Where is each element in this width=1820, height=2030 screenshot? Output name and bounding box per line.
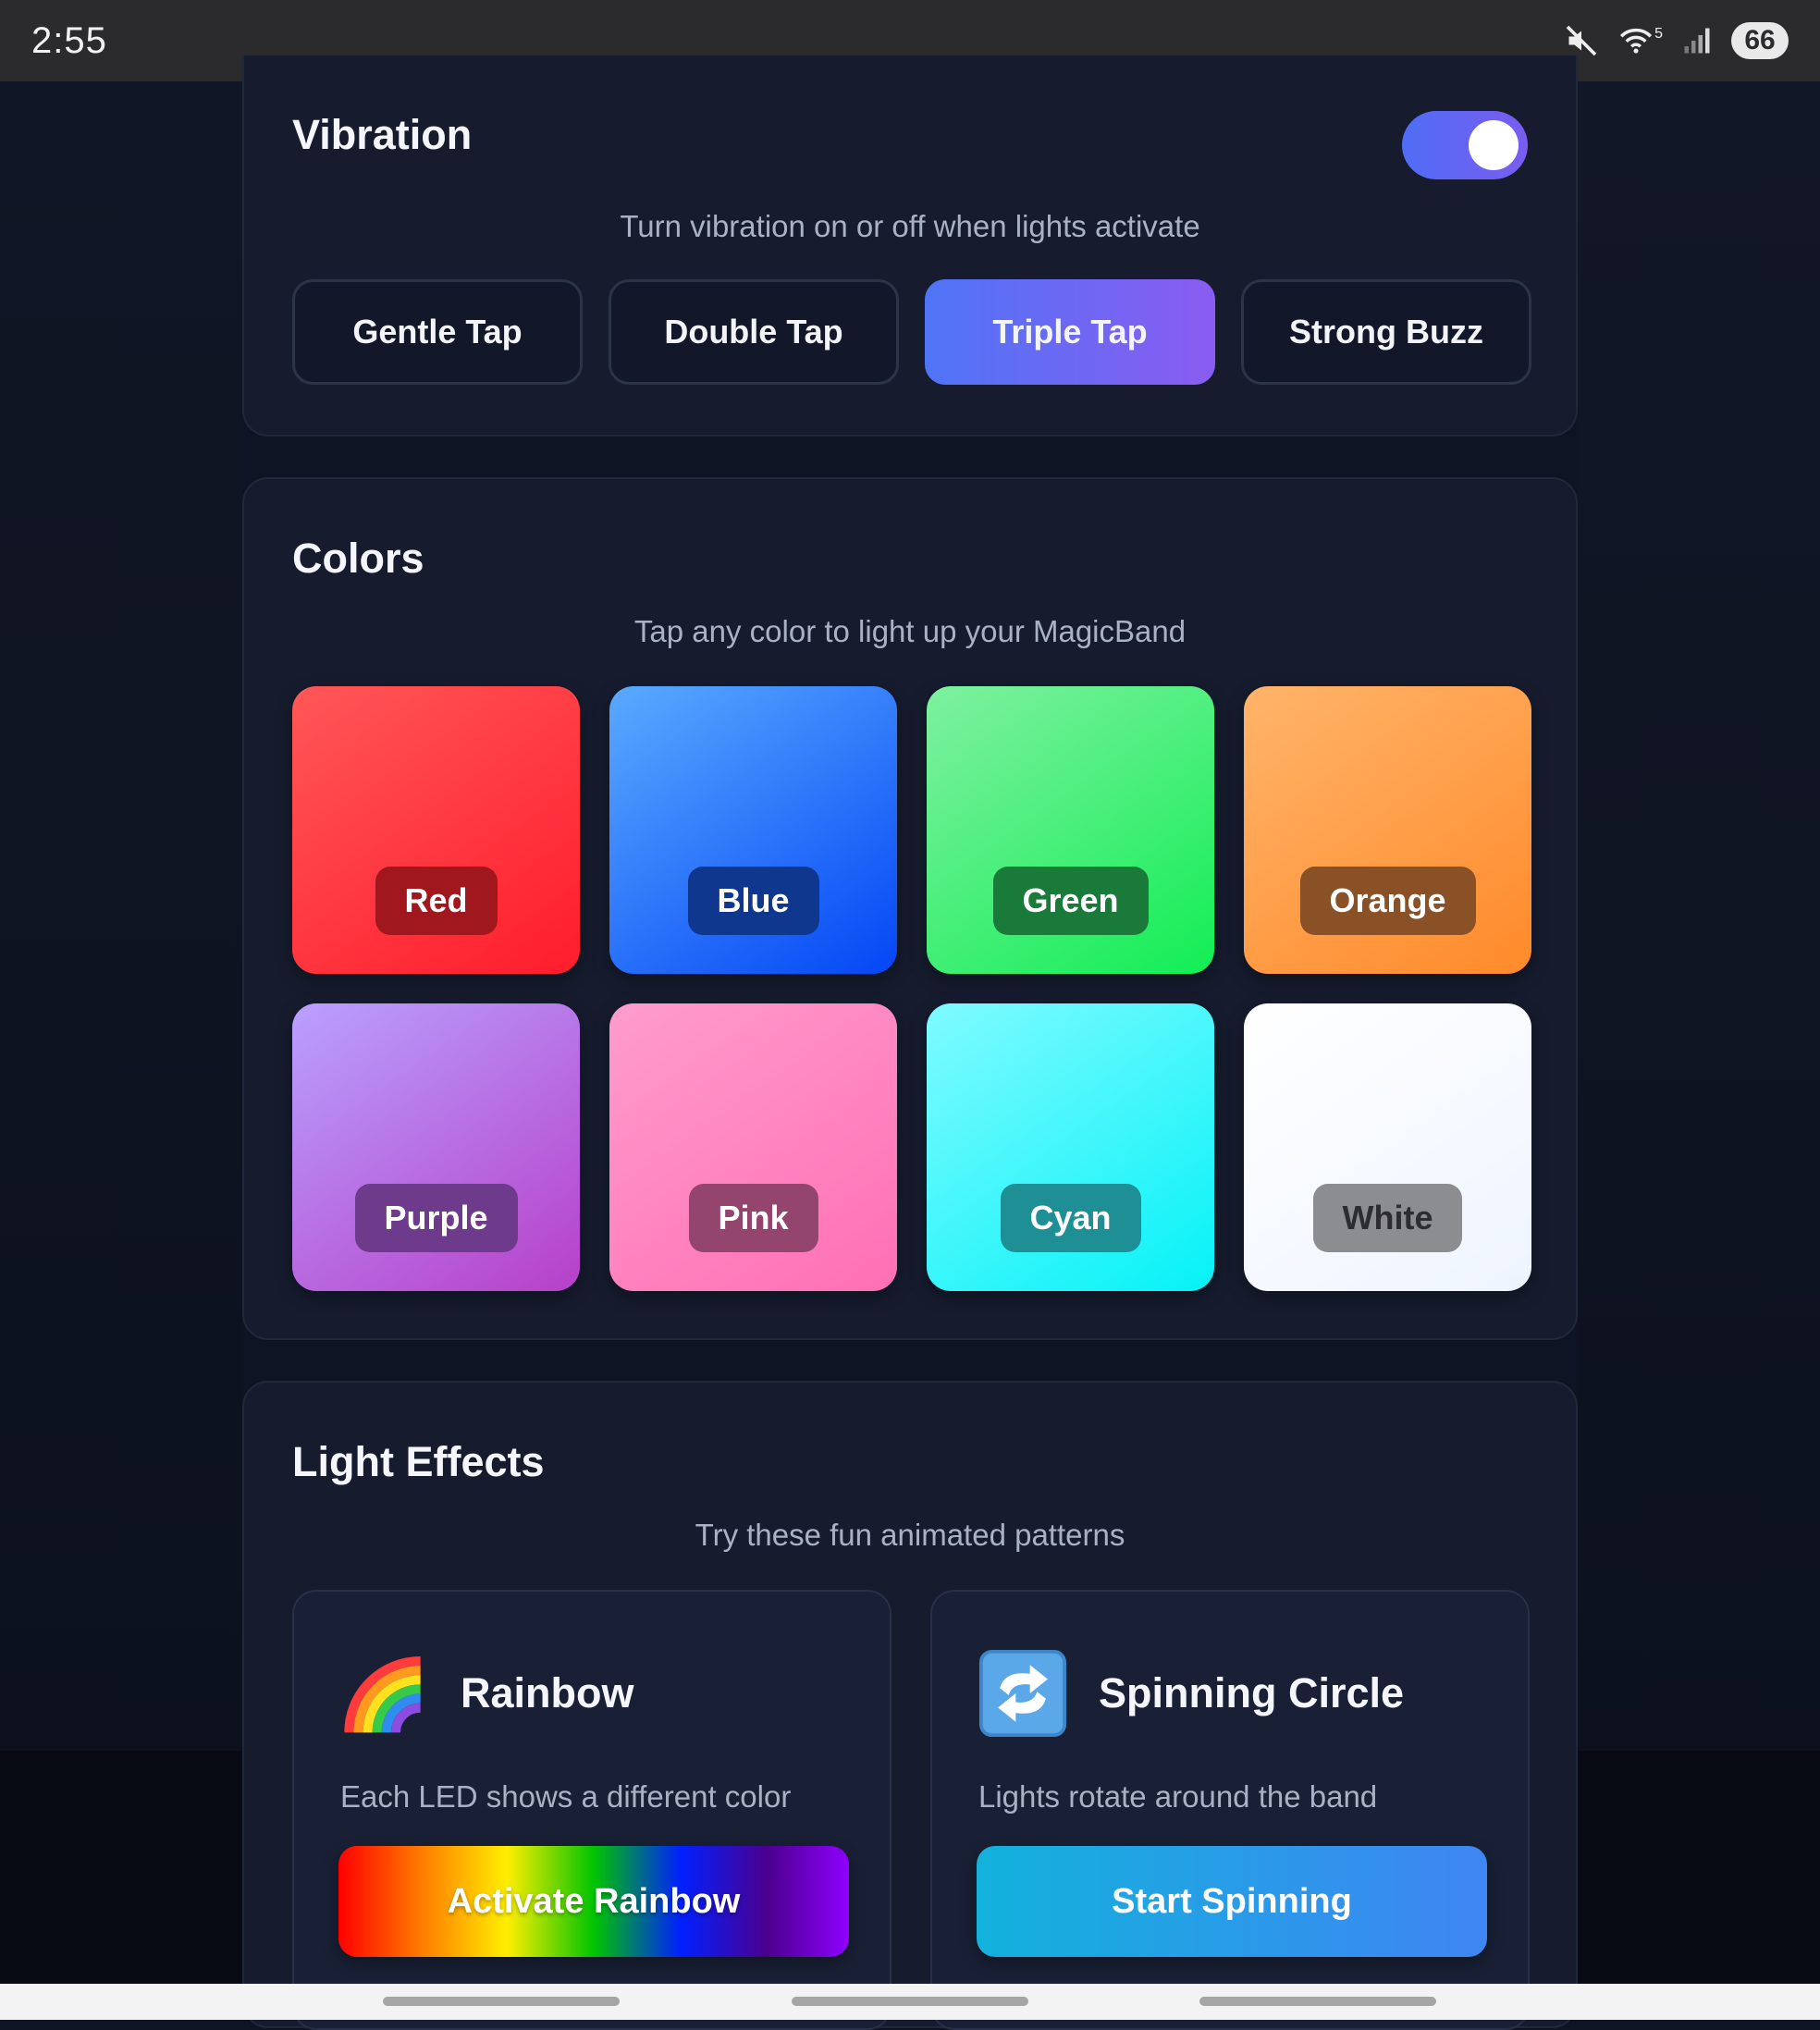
colors-title: Colors — [292, 535, 424, 582]
color-swatch-blue[interactable]: Blue — [609, 686, 897, 974]
effects-list: Rainbow Each LED shows a different color… — [292, 1590, 1530, 2030]
swatch-label: Green — [992, 867, 1149, 935]
vibration-card: Vibration Turn vibration on or off when … — [242, 55, 1578, 437]
nav-handle-left[interactable] — [383, 1997, 620, 2006]
gentle-tap-button[interactable]: Gentle Tap — [292, 279, 583, 385]
light-effects-card: Light Effects Try these fun animated pat… — [242, 1381, 1578, 2030]
color-swatch-purple[interactable]: Purple — [292, 1003, 580, 1291]
swatch-label: White — [1312, 1184, 1463, 1252]
effect-header: Rainbow — [340, 1649, 634, 1738]
activate-rainbow-button[interactable]: Activate Rainbow — [338, 1846, 849, 1957]
rainbow-effect-card: Rainbow Each LED shows a different color… — [292, 1590, 892, 2030]
effect-description: Lights rotate around the band — [978, 1779, 1378, 1814]
color-swatch-pink[interactable]: Pink — [609, 1003, 897, 1291]
double-tap-button[interactable]: Double Tap — [609, 279, 899, 385]
light-effects-title: Light Effects — [292, 1438, 545, 1485]
effect-name: Rainbow — [461, 1669, 634, 1716]
triple-tap-button[interactable]: Triple Tap — [925, 279, 1215, 385]
effect-description: Each LED shows a different color — [340, 1779, 792, 1814]
color-grid: Red Blue Green Orange Purple Pink Cyan W… — [292, 686, 1531, 1291]
swatch-label: Orange — [1299, 867, 1476, 935]
swatch-label: Cyan — [1000, 1184, 1141, 1252]
vibration-toggle[interactable] — [1402, 111, 1528, 179]
swatch-label: Pink — [688, 1184, 818, 1252]
colors-subtitle: Tap any color to light up your MagicBand — [633, 614, 1187, 648]
start-spinning-button[interactable]: Start Spinning — [977, 1846, 1487, 1957]
status-icons: 5 66 — [1565, 22, 1789, 59]
toggle-knob — [1469, 120, 1519, 170]
color-swatch-red[interactable]: Red — [292, 686, 580, 974]
swatch-label: Red — [375, 867, 498, 935]
color-swatch-orange[interactable]: Orange — [1244, 686, 1531, 974]
effect-name: Spinning Circle — [1099, 1669, 1405, 1716]
signal-icon — [1683, 27, 1711, 55]
wifi-icon: 5 — [1618, 26, 1663, 55]
color-swatch-green[interactable]: Green — [927, 686, 1214, 974]
vibration-pattern-list: Gentle Tap Double Tap Triple Tap Strong … — [292, 279, 1531, 385]
rainbow-icon — [340, 1649, 429, 1738]
strong-buzz-button[interactable]: Strong Buzz — [1241, 279, 1531, 385]
colors-card: Colors Tap any color to light up your Ma… — [242, 477, 1578, 1340]
spinning-circle-effect-card: Spinning Circle Lights rotate around the… — [930, 1590, 1530, 2030]
navigation-bar — [0, 1984, 1820, 2020]
nav-handle-center[interactable] — [792, 1997, 1028, 2006]
effect-header: Spinning Circle — [978, 1649, 1404, 1738]
wifi-label: 5 — [1654, 26, 1663, 42]
light-effects-subtitle: Try these fun animated patterns — [695, 1518, 1125, 1552]
swatch-label: Purple — [354, 1184, 518, 1252]
color-swatch-white[interactable]: White — [1244, 1003, 1531, 1291]
swatch-label: Blue — [687, 867, 819, 935]
background-left — [0, 81, 242, 1751]
color-swatch-cyan[interactable]: Cyan — [927, 1003, 1214, 1291]
mute-icon — [1565, 24, 1598, 57]
vibration-subtitle: Turn vibration on or off when lights act… — [620, 209, 1200, 243]
nav-handle-right[interactable] — [1199, 1997, 1436, 2006]
spinning-arrows-icon — [978, 1649, 1067, 1738]
battery-icon: 66 — [1731, 22, 1789, 59]
vibration-title: Vibration — [292, 111, 473, 158]
status-time: 2:55 — [31, 19, 107, 61]
background-right — [1578, 81, 1820, 1751]
